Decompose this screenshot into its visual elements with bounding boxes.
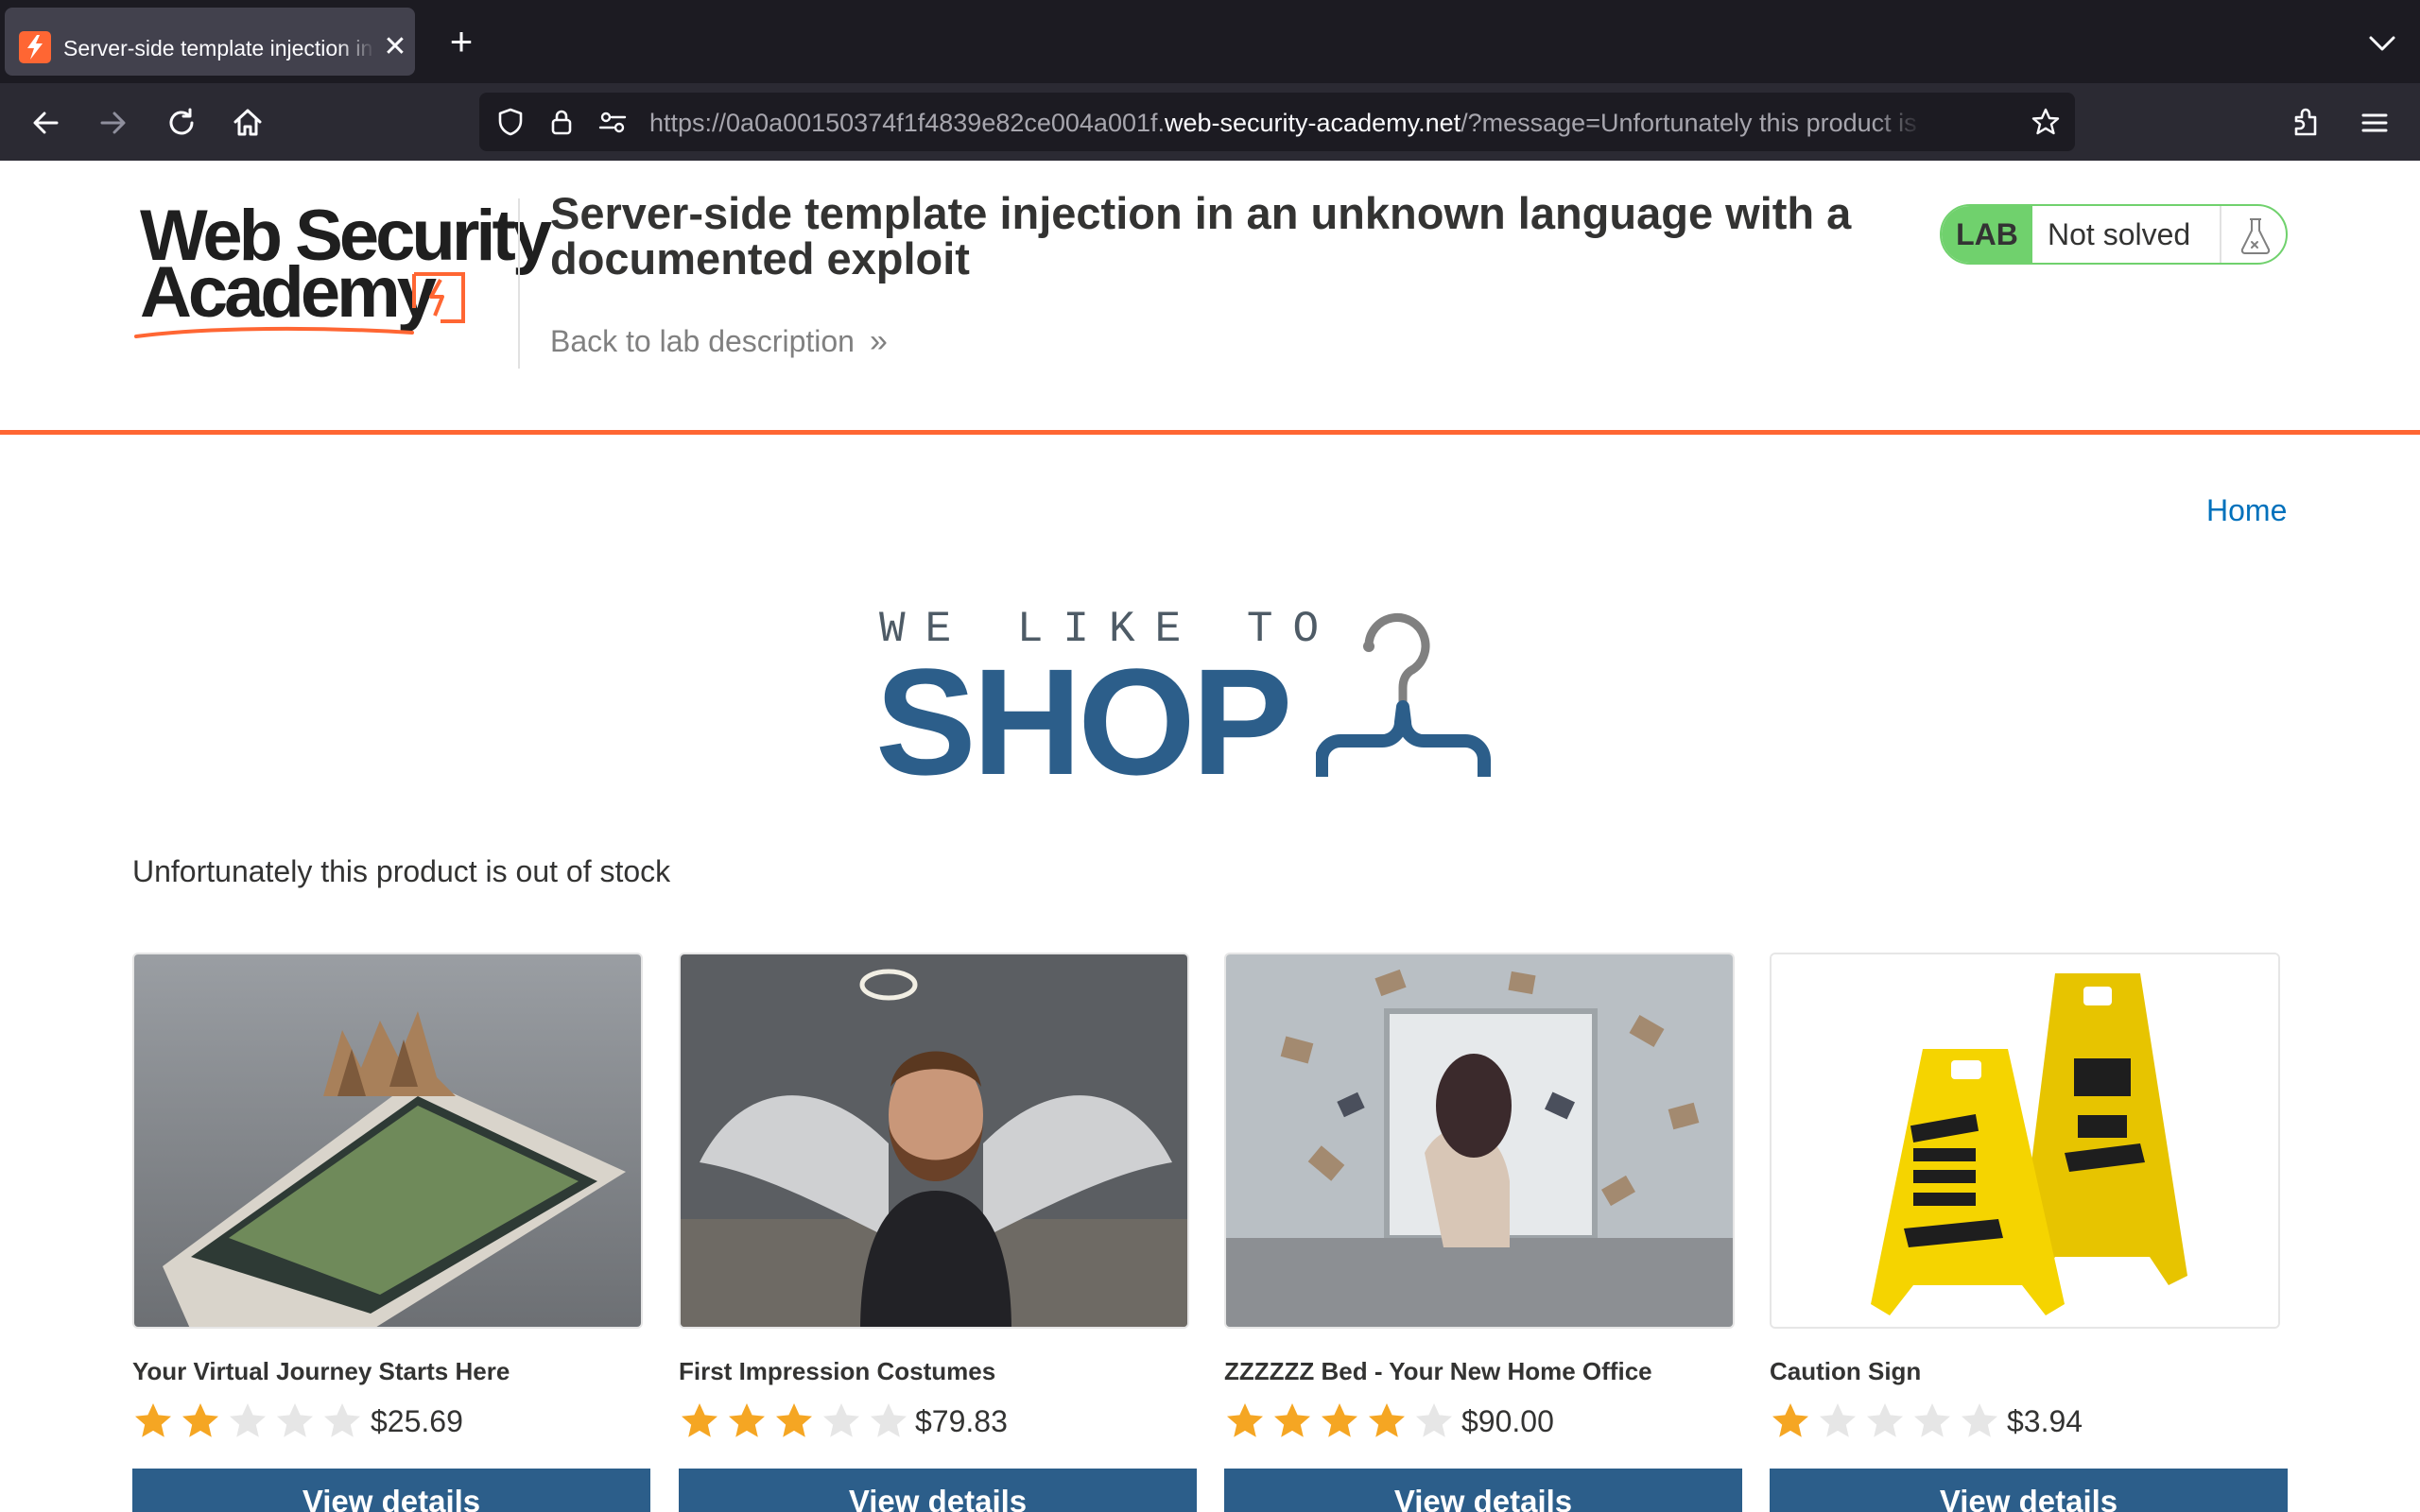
logo-line2: Academy xyxy=(140,252,437,333)
star-empty-icon xyxy=(1864,1400,1906,1442)
tab-list-chevron-icon[interactable] xyxy=(2363,25,2401,62)
url-prefix: https://0a0a00150374f1f4839e82ce004a001f… xyxy=(649,109,1165,137)
browser-tab-bar: Server-side template injection in an unk… xyxy=(0,0,2420,83)
product-name: ZZZZZZ Bed - Your New Home Office xyxy=(1224,1357,1652,1385)
star-empty-icon xyxy=(1817,1400,1858,1442)
product-card: First Impression Costumes $79.83 View de… xyxy=(679,953,1197,1512)
product-card: Your Virtual Journey Starts Here $25.69 … xyxy=(132,953,650,1512)
lab-header: Web Security Academy Server-side templat… xyxy=(0,161,2420,435)
forward-arrow-icon[interactable] xyxy=(93,102,134,144)
extensions-icon[interactable] xyxy=(2286,102,2327,144)
product-rating xyxy=(1224,1400,1461,1442)
lab-status-separator xyxy=(2220,206,2221,263)
star-filled-icon xyxy=(726,1400,768,1442)
view-details-button[interactable]: View details xyxy=(1224,1469,1742,1512)
lab-status-text: Not solved xyxy=(2048,217,2191,251)
star-filled-icon xyxy=(679,1400,720,1442)
bookmark-star-icon[interactable] xyxy=(2030,106,2062,138)
url-text[interactable]: https://0a0a00150374f1f4839e82ce004a001f… xyxy=(649,109,1924,139)
browser-toolbar: https://0a0a00150374f1f4839e82ce004a001f… xyxy=(0,83,2420,161)
tracking-shield-icon[interactable] xyxy=(494,106,527,138)
product-image-caution-sign xyxy=(1770,953,2280,1329)
star-empty-icon xyxy=(321,1400,363,1442)
product-rating xyxy=(679,1400,915,1442)
product-rating xyxy=(132,1400,369,1442)
product-rating xyxy=(1770,1400,2006,1442)
view-details-button[interactable]: View details xyxy=(132,1469,650,1512)
logo-lightning-icon xyxy=(412,272,465,323)
star-filled-icon xyxy=(1224,1400,1266,1442)
lab-badge: LAB xyxy=(1942,206,2032,263)
star-empty-icon xyxy=(227,1400,268,1442)
product-card: Caution Sign $3.94 View details xyxy=(1770,953,2288,1512)
product-price: $90.00 xyxy=(1461,1404,1554,1438)
star-empty-icon xyxy=(1413,1400,1455,1442)
star-filled-icon xyxy=(773,1400,815,1442)
home-link[interactable]: Home xyxy=(2206,493,2287,528)
product-name: Caution Sign xyxy=(1770,1357,1922,1385)
product-image-first-impression-costumes xyxy=(679,953,1189,1329)
star-filled-icon xyxy=(132,1400,174,1442)
product-image-virtual-journey xyxy=(132,953,643,1329)
star-empty-icon xyxy=(868,1400,909,1442)
coat-hanger-icon xyxy=(1316,613,1491,777)
view-details-button[interactable]: View details xyxy=(679,1469,1197,1512)
star-empty-icon xyxy=(1911,1400,1953,1442)
url-bar[interactable]: https://0a0a00150374f1f4839e82ce004a001f… xyxy=(479,93,2075,151)
star-filled-icon xyxy=(180,1400,221,1442)
shop-banner-logo: WE LIKE TO SHOP xyxy=(875,599,1547,798)
reload-icon[interactable] xyxy=(161,102,202,144)
star-empty-icon xyxy=(1959,1400,2000,1442)
product-price: $3.94 xyxy=(2007,1404,2083,1438)
star-filled-icon xyxy=(1271,1400,1313,1442)
flask-icon xyxy=(2237,215,2274,255)
lock-icon[interactable] xyxy=(545,106,578,138)
lab-favicon-icon xyxy=(19,31,51,63)
product-card: ZZZZZZ Bed - Your New Home Office $90.00… xyxy=(1224,953,1742,1512)
product-name: First Impression Costumes xyxy=(679,1357,996,1385)
web-security-academy-logo[interactable]: Web Security Academy xyxy=(132,198,552,342)
star-empty-icon xyxy=(821,1400,862,1442)
banner-title: SHOP xyxy=(875,637,1292,806)
permissions-icon[interactable] xyxy=(596,106,629,138)
star-filled-icon xyxy=(1366,1400,1408,1442)
back-arrow-icon[interactable] xyxy=(25,102,66,144)
product-image-zzzzzz-bed xyxy=(1224,953,1735,1329)
product-price: $79.83 xyxy=(915,1404,1008,1438)
new-tab-button[interactable]: + xyxy=(442,21,480,62)
tab-close-icon[interactable]: ✕ xyxy=(381,33,409,61)
header-divider xyxy=(518,198,520,369)
star-empty-icon xyxy=(274,1400,316,1442)
back-to-lab-description-link[interactable]: Back to lab description » xyxy=(550,323,888,360)
view-details-button[interactable]: View details xyxy=(1770,1469,2288,1512)
url-query: /?message=Unfortunately this product is … xyxy=(1461,109,1924,137)
star-filled-icon xyxy=(1770,1400,1811,1442)
double-chevron-right-icon: » xyxy=(869,323,888,359)
url-domain: web-security-academy.net xyxy=(1165,109,1461,137)
tab-title: Server-side template injection in an unk… xyxy=(63,36,375,60)
lab-title: Server-side template injection in an unk… xyxy=(550,188,1852,284)
product-name: Your Virtual Journey Starts Here xyxy=(132,1357,510,1385)
out-of-stock-message: Unfortunately this product is out of sto… xyxy=(132,854,671,888)
logo-underline-icon xyxy=(134,326,414,338)
home-icon[interactable] xyxy=(227,102,268,144)
active-tab[interactable]: Server-side template injection in an unk… xyxy=(5,8,415,76)
star-filled-icon xyxy=(1319,1400,1360,1442)
back-link-label: Back to lab description xyxy=(550,324,855,358)
product-price: $25.69 xyxy=(371,1404,463,1438)
menu-hamburger-icon[interactable] xyxy=(2354,102,2395,144)
lab-status-widget: LAB Not solved xyxy=(1940,204,2288,265)
